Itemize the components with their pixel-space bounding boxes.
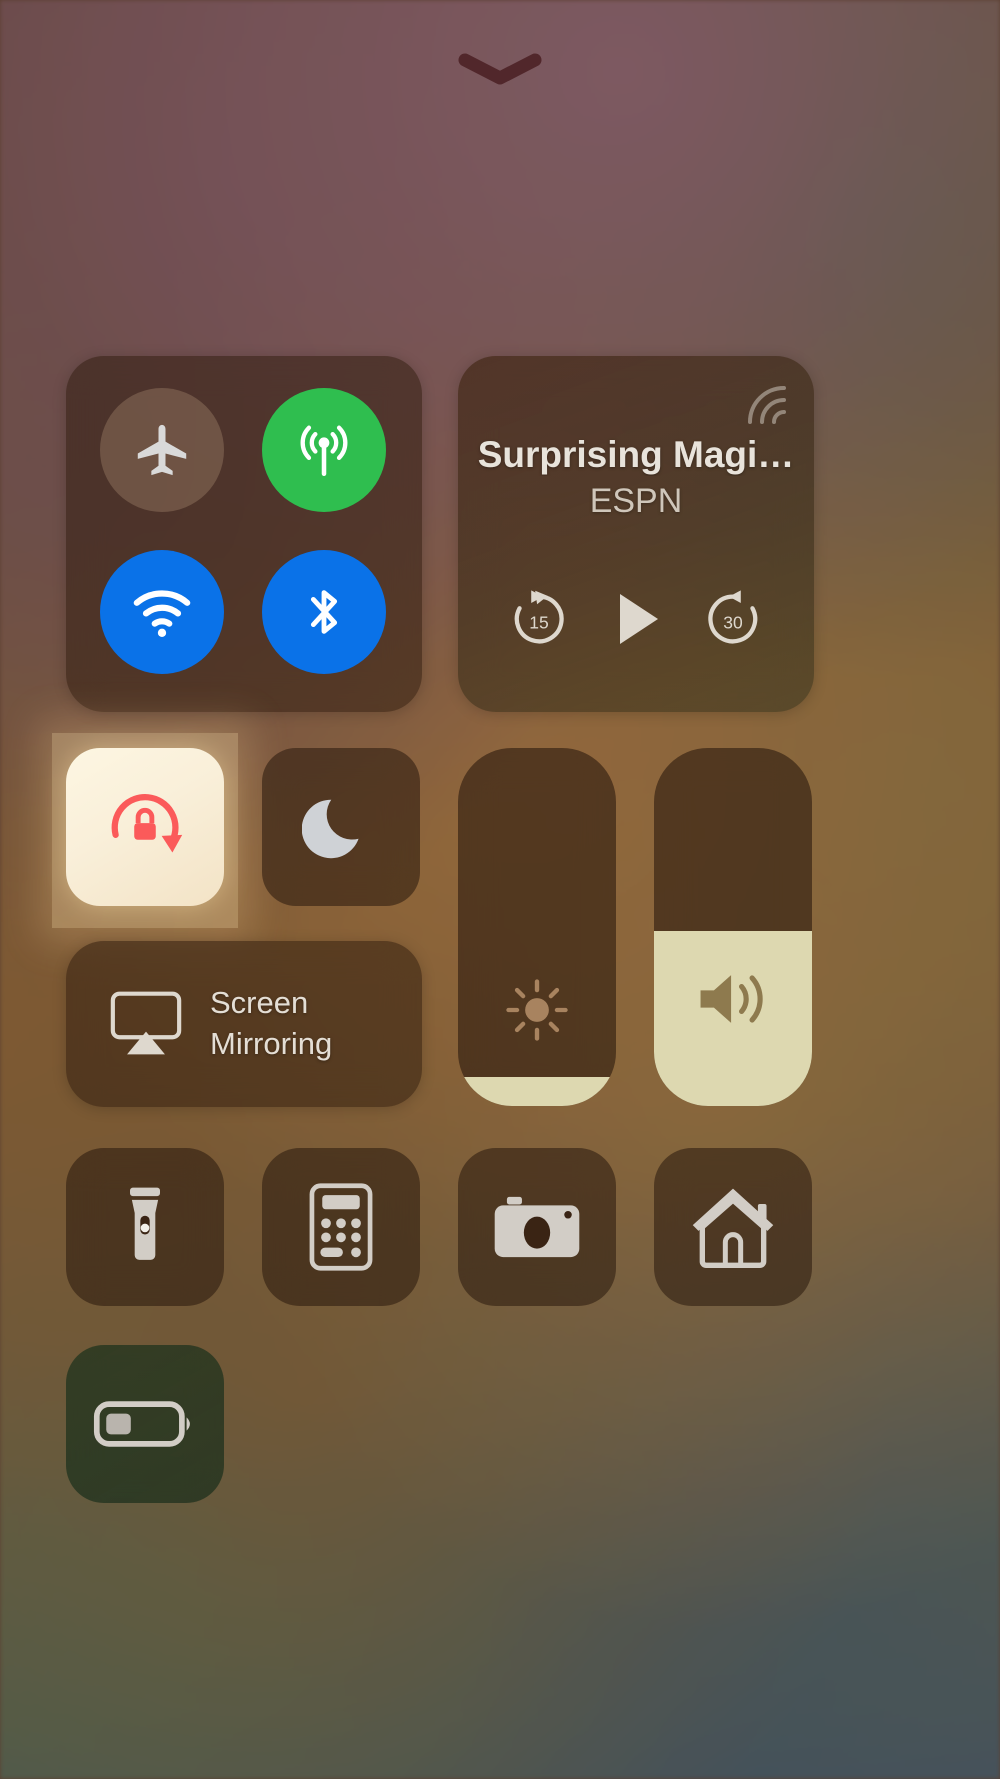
volume-slider[interactable] (654, 748, 812, 1106)
home-button[interactable] (654, 1148, 812, 1306)
battery-low-icon (93, 1398, 197, 1450)
airplane-icon (131, 419, 193, 481)
screen-mirroring-button[interactable]: Screen Mirroring (66, 941, 422, 1107)
airplay-screen-icon (106, 988, 186, 1060)
media-subtitle: ESPN (589, 482, 683, 520)
media-title: Surprising Magi… (477, 434, 795, 475)
connectivity-module (66, 356, 422, 712)
calculator-button[interactable] (262, 1148, 420, 1306)
now-playing-module[interactable]: Surprising Magi… ESPN 15 30 (458, 356, 814, 712)
skip-forward-30-icon[interactable]: 30 (696, 582, 770, 656)
bluetooth-icon (293, 581, 355, 643)
rotation-lock-icon (98, 780, 192, 874)
speaker-icon (654, 964, 812, 1034)
rotation-lock-button[interactable] (66, 748, 224, 906)
camera-icon (490, 1189, 584, 1265)
cellular-data-button[interactable] (262, 388, 386, 512)
screen-mirroring-label-line1: Screen (210, 985, 309, 1021)
wifi-button[interactable] (100, 550, 224, 674)
play-icon[interactable] (599, 582, 673, 656)
airplay-audio-icon[interactable] (740, 378, 792, 430)
wifi-icon (131, 581, 193, 643)
low-power-mode-button[interactable] (66, 1345, 224, 1503)
moon-icon (302, 788, 380, 866)
brightness-slider-fill (458, 1077, 616, 1106)
calculator-icon (308, 1182, 374, 1272)
skip-back-label: 15 (529, 613, 548, 633)
flashlight-icon (115, 1182, 175, 1272)
camera-button[interactable] (458, 1148, 616, 1306)
control-center: Surprising Magi… ESPN 15 30 Screen Mirro… (0, 0, 1000, 1779)
chevron-down-icon[interactable] (457, 52, 543, 86)
skip-forward-label: 30 (724, 613, 744, 633)
cellular-icon (291, 417, 357, 483)
flashlight-button[interactable] (66, 1148, 224, 1306)
sun-icon (458, 972, 616, 1048)
brightness-slider[interactable] (458, 748, 616, 1106)
bluetooth-button[interactable] (262, 550, 386, 674)
airplane-mode-button[interactable] (100, 388, 224, 512)
screen-mirroring-label-line2: Mirroring (210, 1026, 333, 1061)
skip-back-15-icon[interactable]: 15 (502, 582, 576, 656)
do-not-disturb-button[interactable] (262, 748, 420, 906)
house-icon (687, 1181, 779, 1273)
screen-mirroring-label: Screen Mirroring (210, 983, 332, 1065)
media-controls: 15 30 (458, 576, 814, 662)
